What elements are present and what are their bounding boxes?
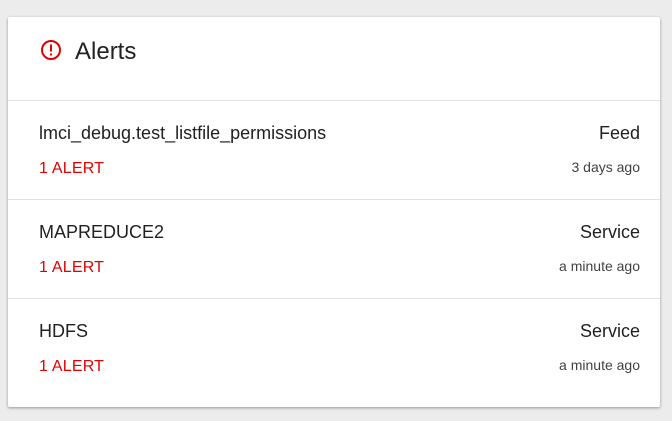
alert-timestamp: a minute ago — [559, 258, 640, 274]
alert-entity-name: HDFS — [39, 321, 88, 341]
card-title: Alerts — [75, 38, 137, 65]
alert-circle-icon — [41, 40, 61, 60]
alert-entity-type: Service — [579, 321, 640, 341]
alert-timestamp: a minute ago — [559, 357, 640, 373]
alert-entity-name: MAPREDUCE2 — [39, 222, 165, 242]
alert-row[interactable]: MAPREDUCE2 1 ALERT Service a minute ago — [8, 200, 660, 299]
alert-row[interactable]: lmci_debug.test_listfile_permissions 1 A… — [8, 101, 660, 200]
alert-count: 1 ALERT — [39, 160, 105, 177]
alerts-card-header: Alerts — [8, 17, 660, 101]
alert-row[interactable]: HDFS 1 ALERT Service a minute ago — [8, 299, 660, 397]
alert-count: 1 ALERT — [39, 358, 105, 375]
alert-entity-name: lmci_debug.test_listfile_permissions — [39, 123, 327, 143]
alert-entity-type: Service — [579, 222, 640, 242]
alert-timestamp: 3 days ago — [571, 159, 641, 175]
alert-count: 1 ALERT — [39, 259, 105, 276]
alerts-card: Alerts lmci_debug.test_listfile_permissi… — [8, 17, 660, 407]
alert-entity-type: Feed — [598, 123, 640, 143]
